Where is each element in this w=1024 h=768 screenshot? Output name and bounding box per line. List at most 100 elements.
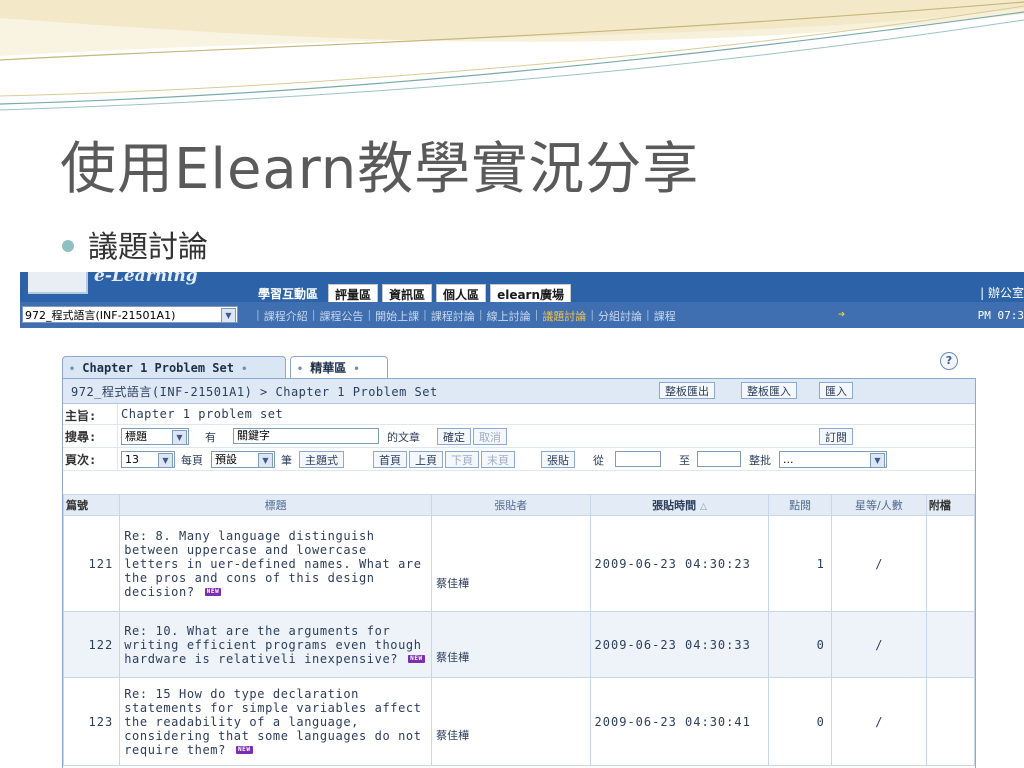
main-nav-learning[interactable]: 學習互動區	[252, 284, 324, 304]
post-rating: /	[830, 611, 927, 678]
post-attachment	[925, 515, 976, 612]
chevron-down-icon: ▼	[172, 430, 187, 445]
page-number-value: 13	[125, 453, 139, 466]
bullet-dot-icon	[62, 240, 74, 252]
chevron-down-icon: ▼	[258, 453, 273, 468]
slide-title: 使用Elearn教學實況分享	[60, 137, 700, 202]
clock-text: PM 07:3	[977, 309, 1024, 322]
col-poster[interactable]: 張貼者	[431, 494, 591, 516]
help-icon[interactable]: ?	[940, 352, 958, 370]
prev-page-button[interactable]: 上頁	[409, 451, 443, 468]
next-arrow-icon[interactable]: ➔	[838, 307, 845, 321]
import-button[interactable]: 匯入	[819, 382, 853, 399]
tab-label: 精華區	[310, 361, 347, 375]
col-views[interactable]: 點閱	[768, 494, 832, 516]
new-badge-icon: NEW	[235, 746, 253, 754]
post-poster[interactable]: 蔡佳樺	[431, 611, 591, 678]
table-header-row: 篇號 標題 張貼者 張貼時間 △ 點閱 星等/人數 附檔	[62, 494, 976, 516]
first-page-button[interactable]: 首頁	[373, 451, 407, 468]
per-page-select[interactable]: 預設 ▼	[211, 451, 275, 468]
table-row[interactable]: 122 Re: 10. What are the arguments for w…	[62, 611, 976, 678]
per-page-unit: 筆	[281, 454, 292, 467]
export-board-button[interactable]: 整板匯出	[659, 382, 715, 399]
chevron-down-icon: ▼	[221, 308, 236, 323]
sub-nav-topic-discussion[interactable]: 議題討論	[542, 308, 586, 324]
chevron-down-icon: ▼	[870, 453, 885, 468]
thread-mode-button[interactable]: 主題式	[299, 451, 344, 468]
range-from-input[interactable]	[615, 451, 661, 467]
sub-nav-announcement[interactable]: 課程公告	[319, 308, 363, 324]
office-link[interactable]: | 辦公室	[980, 284, 1024, 301]
sub-nav-course-more[interactable]: 課程	[654, 308, 676, 324]
search-keyword-input[interactable]: 關鍵字	[233, 428, 379, 444]
range-to-input[interactable]	[697, 451, 741, 467]
post-poster[interactable]: 蔡佳樺	[431, 515, 591, 612]
tab-dot-icon: •	[297, 364, 304, 375]
post-rating: /	[830, 677, 927, 766]
subject-label: 主旨:	[65, 409, 97, 423]
per-page-label: 每頁	[181, 454, 203, 467]
post-poster-name[interactable]: 蔡佳樺	[436, 575, 588, 591]
tab-problem-set[interactable]: • Chapter 1 Problem Set •	[62, 356, 286, 378]
course-sub-nav: | 課程介紹 | 課程公告 | 開始上課 | 課程討論 | 線上討論 | 議題討…	[256, 308, 676, 324]
post-attachment	[925, 611, 976, 678]
per-page-value: 預設	[215, 453, 237, 466]
post-title[interactable]: Re: 8. Many language distinguish between…	[124, 529, 421, 599]
slide-bullet: 議題討論	[62, 222, 208, 266]
post-title-cell[interactable]: Re: 15 How do type declaration statement…	[119, 677, 433, 766]
last-page-button[interactable]: 末頁	[481, 451, 515, 468]
post-id: 123	[62, 677, 121, 766]
tab-dot-icon: •	[353, 364, 360, 375]
post-title-cell[interactable]: Re: 8. Many language distinguish between…	[119, 515, 433, 612]
post-id: 121	[62, 515, 121, 612]
post-title[interactable]: Re: 15 How do type declaration statement…	[124, 687, 421, 757]
breadcrumb: 972_程式語言(INF-21501A1) > Chapter 1 Proble…	[63, 379, 975, 404]
course-select[interactable]: 972_程式語言(INF-21501A1) ▼	[22, 306, 238, 323]
next-page-button[interactable]: 下頁	[445, 451, 479, 468]
table-row[interactable]: 121 Re: 8. Many language distinguish bet…	[62, 515, 976, 612]
batch-value: ...	[783, 453, 794, 466]
elearning-screenshot: e-Learning 學習互動區 評量區 資訊區 個人區 elearn廣場 | …	[20, 272, 1024, 768]
import-board-button[interactable]: 整板匯入	[741, 382, 797, 399]
tab-highlights[interactable]: • 精華區 •	[290, 356, 388, 378]
search-confirm-button[interactable]: 確定	[437, 428, 471, 445]
post-poster-name[interactable]: 蔡佳樺	[436, 649, 588, 665]
col-time[interactable]: 張貼時間 △	[589, 494, 770, 516]
sub-nav-online-discussion[interactable]: 線上討論	[487, 308, 531, 324]
sub-nav-start-class[interactable]: 開始上課	[375, 308, 419, 324]
tab-label: Chapter 1 Problem Set	[82, 361, 234, 375]
table-row[interactable]: 123 Re: 15 How do type declaration state…	[62, 677, 976, 766]
post-attachment	[925, 677, 976, 766]
batch-label: 整批	[749, 454, 771, 467]
post-views: 1	[768, 515, 832, 612]
subscribe-button[interactable]: 訂閱	[819, 428, 853, 445]
slide-decoration	[0, 0, 1024, 111]
batch-select[interactable]: ... ▼	[779, 451, 887, 468]
post-views: 0	[768, 677, 832, 766]
post-title[interactable]: Re: 10. What are the arguments for writi…	[124, 624, 421, 666]
sub-nav-course-discussion[interactable]: 課程討論	[431, 308, 475, 324]
col-id: 篇號	[62, 494, 121, 516]
post-views: 0	[768, 611, 832, 678]
post-button[interactable]: 張貼	[541, 451, 575, 468]
post-title-cell[interactable]: Re: 10. What are the arguments for writi…	[119, 611, 433, 678]
paging-row: 頁次: 13 ▼ 每頁 預設 ▼ 筆 主題式 首頁 上頁 下頁 末頁 張貼 從 …	[63, 448, 975, 471]
post-poster-name[interactable]: 蔡佳樺	[436, 727, 588, 743]
app-header: e-Learning 學習互動區 評量區 資訊區 個人區 elearn廣場 | …	[20, 272, 1024, 306]
page-number-select[interactable]: 13 ▼	[121, 451, 175, 468]
logo-icon	[28, 272, 88, 294]
search-cancel-button[interactable]: 取消	[473, 428, 507, 445]
sub-nav-group-discussion[interactable]: 分組討論	[598, 308, 642, 324]
post-time: 2009-06-23 04:30:33	[589, 611, 770, 678]
subject-value: Chapter 1 problem set	[121, 407, 284, 421]
logo-text: e-Learning	[94, 272, 198, 286]
search-field-value: 標題	[125, 430, 147, 443]
sub-nav-intro[interactable]: 課程介紹	[264, 308, 308, 324]
new-badge-icon: NEW	[408, 655, 425, 663]
post-poster[interactable]: 蔡佳樺	[431, 677, 591, 766]
col-title[interactable]: 標題	[119, 494, 433, 516]
col-rating[interactable]: 星等/人數	[830, 494, 927, 516]
course-nav-bar: 972_程式語言(INF-21501A1) ▼ | 課程介紹 | 課程公告 | …	[20, 302, 1024, 328]
col-time-label: 張貼時間	[652, 499, 697, 512]
search-field-select[interactable]: 標題 ▼	[121, 428, 189, 445]
